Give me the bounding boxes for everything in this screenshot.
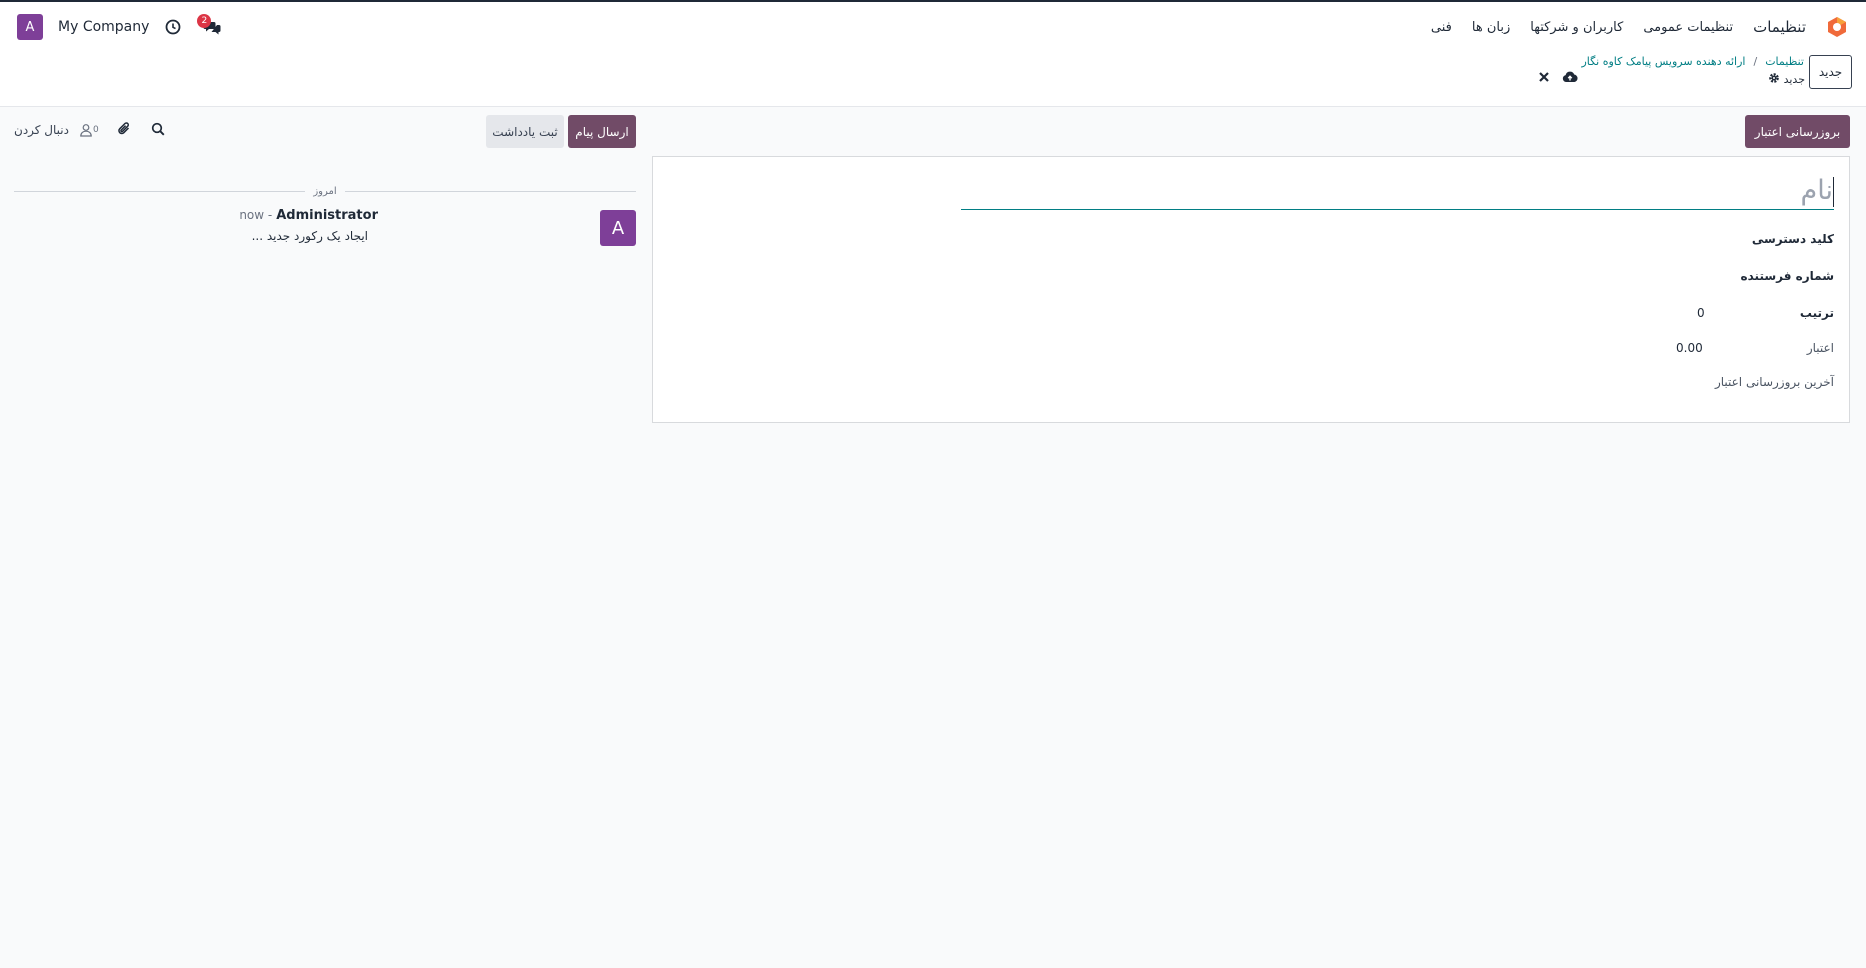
chatter-topbar-tools: دنبال کردن 0 [14,121,165,139]
message-header: Administrator now - [239,208,378,223]
record-title-text: جدید [1783,73,1805,86]
user-icon [80,124,92,137]
messages-chat-icon[interactable]: 2 [197,14,221,35]
send-message-button[interactable]: ارسال پیام [568,115,636,148]
followers-count: 0 [92,125,99,135]
sequence-label: ترتیب [1799,306,1834,320]
update-credit-button[interactable]: بروزرسانی اعتبار [1745,115,1850,148]
gear-icon[interactable] [1768,72,1780,87]
date-separator-label: امروز [313,185,337,197]
form-sheet: نام کلید دسترسی شماره فرستنده ترتیب 0 اع… [652,156,1850,423]
paperclip-icon[interactable] [117,121,131,139]
chatter: دنبال کردن 0 ثبت یادداشت ارسال پیام امرو… [0,107,650,968]
credit-label: اعتبار [1806,341,1834,355]
search-icon[interactable] [151,122,165,139]
settings-app-logo-icon[interactable] [1826,16,1848,38]
follow-button[interactable]: دنبال کردن [14,123,69,137]
menu-general-settings[interactable]: تنظیمات عمومی [1643,20,1733,35]
activity-clock-icon[interactable] [165,19,181,35]
credit-value: 0.00 [1676,341,1703,355]
date-separator: امروز [14,184,636,198]
separator-line [344,190,636,192]
last-credit-update-label: آخرین بروزرسانی اعتبار [1714,375,1834,389]
save-cloud-upload-icon[interactable] [1562,71,1578,87]
record-title: جدید [1768,72,1805,87]
followers-button[interactable]: 0 [79,123,99,137]
breadcrumb: تنظیمات / ارائه دهنده سرویس پیامک کاوه ن… [1581,55,1804,68]
top-navbar: A My Company 2 تنظیمات تنظیمات عمومی کار… [0,0,1866,50]
message-body: ایجاد یک رکورد جدید ... [251,229,368,243]
sender-number-label: شماره فرستنده [1740,269,1834,283]
message-author-avatar[interactable]: A [600,210,636,246]
sequence-field[interactable]: 0 [1697,306,1705,320]
menu-technical[interactable]: فنی [1431,20,1452,35]
breadcrumb-separator: / [1753,55,1758,68]
breadcrumb-settings[interactable]: تنظیمات [1765,55,1804,68]
text-caret [1833,176,1834,207]
main-menu: تنظیمات تنظیمات عمومی کاربران و شرکتها ز… [1431,16,1848,38]
message-time: now - [239,208,273,222]
log-note-button[interactable]: ثبت یادداشت [486,115,564,148]
name-input[interactable]: نام [961,175,1834,210]
message-author[interactable]: Administrator [276,208,378,223]
name-placeholder: نام [1800,175,1833,206]
form-status-actions [1538,71,1578,87]
systray: A My Company 2 [17,14,221,40]
discard-close-icon[interactable] [1538,71,1550,87]
user-avatar[interactable]: A [17,14,43,40]
menu-languages[interactable]: زبان ها [1472,20,1510,35]
new-record-button[interactable]: جدید [1809,55,1852,89]
app-name[interactable]: تنظیمات [1753,18,1806,36]
separator-line [14,190,306,192]
access-key-label: کلید دسترسی [1751,232,1834,246]
menu-users-companies[interactable]: کاربران و شرکتها [1530,20,1623,35]
breadcrumb-provider[interactable]: ارائه دهنده سرویس پیامک کاوه نگار [1581,55,1745,68]
control-panel: جدید تنظیمات / ارائه دهنده سرویس پیامک ک… [0,50,1866,107]
company-switcher[interactable]: My Company [58,19,149,35]
